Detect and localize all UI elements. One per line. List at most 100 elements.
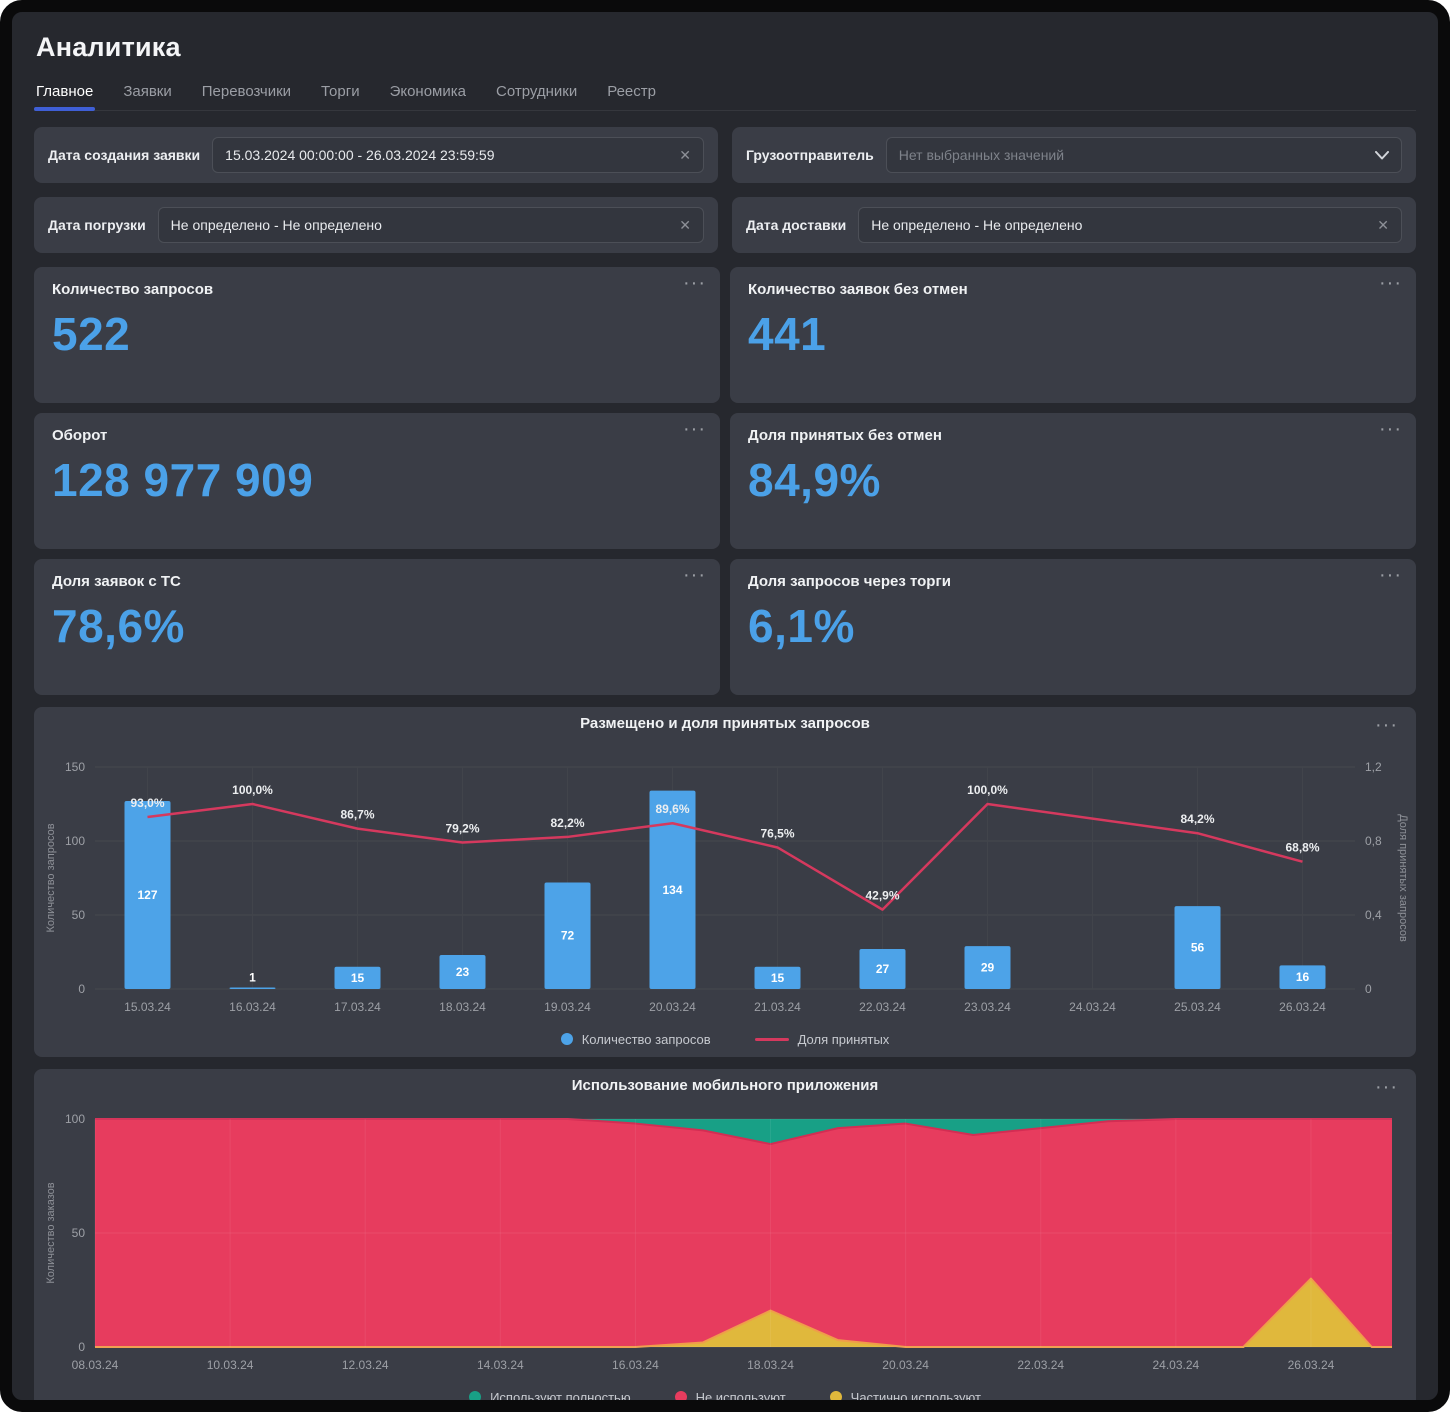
shipper-placeholder: Нет выбранных значений bbox=[899, 147, 1365, 163]
chart-legend: Количество запросов Доля принятых bbox=[38, 1025, 1412, 1053]
svg-text:89,6%: 89,6% bbox=[655, 802, 689, 816]
creation-date-input[interactable]: 15.03.2024 00:00:00 - 26.03.2024 23:59:5… bbox=[212, 137, 704, 173]
more-menu-icon[interactable]: ··· bbox=[1379, 565, 1402, 585]
svg-text:79,2%: 79,2% bbox=[445, 821, 479, 835]
svg-text:14.03.24: 14.03.24 bbox=[477, 1358, 524, 1372]
legend-label: Частично используют bbox=[851, 1390, 981, 1405]
bar-line-chart: 15.03.2416.03.2417.03.2418.03.2419.03.24… bbox=[38, 741, 1412, 1025]
legend-item-requests[interactable]: Количество запросов bbox=[561, 1032, 711, 1047]
kpi-value: 84,9% bbox=[748, 453, 1398, 507]
chevron-down-icon[interactable] bbox=[1375, 151, 1389, 160]
filter-bar: Дата создания заявки 15.03.2024 00:00:00… bbox=[34, 127, 1416, 253]
analytics-dashboard: Аналитика Главное Заявки Перевозчики Тор… bbox=[0, 0, 1450, 1412]
svg-text:26.03.24: 26.03.24 bbox=[1279, 1000, 1326, 1014]
svg-text:0: 0 bbox=[78, 1340, 85, 1354]
kpi-grid: Количество запросов ··· 522 Количество з… bbox=[34, 267, 1416, 695]
legend-line-icon bbox=[755, 1038, 789, 1041]
svg-text:0: 0 bbox=[1365, 982, 1372, 996]
svg-text:27: 27 bbox=[876, 962, 890, 976]
svg-text:84,2%: 84,2% bbox=[1180, 812, 1214, 826]
svg-text:16: 16 bbox=[1296, 970, 1310, 984]
tab-glavnoe[interactable]: Главное bbox=[36, 77, 93, 110]
kpi-value: 6,1% bbox=[748, 599, 1398, 653]
tab-perevozchiki[interactable]: Перевозчики bbox=[202, 77, 291, 110]
more-menu-icon[interactable]: ··· bbox=[1375, 715, 1398, 735]
legend-item-full-use[interactable]: Используют полностью bbox=[469, 1390, 631, 1405]
svg-text:22.03.24: 22.03.24 bbox=[1017, 1358, 1064, 1372]
svg-text:20.03.24: 20.03.24 bbox=[882, 1358, 929, 1372]
tab-reestr[interactable]: Реестр bbox=[607, 77, 656, 110]
svg-text:1: 1 bbox=[249, 971, 256, 985]
filter-shipper: Грузоотправитель Нет выбранных значений bbox=[732, 127, 1416, 183]
delivery-date-input[interactable]: Не определено - Не определено ✕ bbox=[858, 207, 1402, 243]
filter-label: Грузоотправитель bbox=[746, 147, 874, 163]
kpi-title: Доля заявок с ТС bbox=[52, 573, 181, 590]
svg-text:12.03.24: 12.03.24 bbox=[342, 1358, 389, 1372]
kpi-card-ts-share: Доля заявок с ТС ··· 78,6% bbox=[34, 559, 720, 695]
tab-sotrudniki[interactable]: Сотрудники bbox=[496, 77, 577, 110]
kpi-card-auction-share: Доля запросов через торги ··· 6,1% bbox=[730, 559, 1416, 695]
svg-text:16.03.24: 16.03.24 bbox=[229, 1000, 276, 1014]
legend-label: Количество запросов bbox=[582, 1032, 711, 1047]
more-menu-icon[interactable]: ··· bbox=[1375, 1077, 1398, 1097]
svg-text:68,8%: 68,8% bbox=[1285, 841, 1319, 855]
legend-label: Доля принятых bbox=[798, 1032, 890, 1047]
svg-text:21.03.24: 21.03.24 bbox=[754, 1000, 801, 1014]
svg-text:86,7%: 86,7% bbox=[340, 808, 374, 822]
loading-date-input[interactable]: Не определено - Не определено ✕ bbox=[158, 207, 704, 243]
svg-text:Количество запросов: Количество запросов bbox=[45, 823, 57, 932]
svg-text:93,0%: 93,0% bbox=[130, 796, 164, 810]
page-title: Аналитика bbox=[36, 32, 1416, 63]
more-menu-icon[interactable]: ··· bbox=[1379, 273, 1402, 293]
tab-zayavki[interactable]: Заявки bbox=[123, 77, 171, 110]
svg-text:1,2: 1,2 bbox=[1365, 760, 1382, 774]
kpi-title: Оборот bbox=[52, 427, 107, 444]
svg-text:15.03.24: 15.03.24 bbox=[124, 1000, 171, 1014]
svg-text:100,0%: 100,0% bbox=[232, 783, 273, 797]
chart-panel-mobile-app: Использование мобильного приложения ··· … bbox=[34, 1069, 1416, 1412]
svg-text:29: 29 bbox=[981, 961, 995, 975]
svg-text:19.03.24: 19.03.24 bbox=[544, 1000, 591, 1014]
svg-text:50: 50 bbox=[72, 908, 86, 922]
svg-text:17.03.24: 17.03.24 bbox=[334, 1000, 381, 1014]
svg-text:15: 15 bbox=[351, 971, 365, 985]
kpi-title: Количество заявок без отмен bbox=[748, 281, 968, 298]
tab-torgi[interactable]: Торги bbox=[321, 77, 360, 110]
shipper-select[interactable]: Нет выбранных значений bbox=[886, 137, 1402, 173]
chart-header: Размещено и доля принятых запросов ··· bbox=[38, 715, 1412, 741]
more-menu-icon[interactable]: ··· bbox=[683, 273, 706, 293]
clear-icon[interactable]: ✕ bbox=[679, 148, 691, 162]
svg-text:25.03.24: 25.03.24 bbox=[1174, 1000, 1221, 1014]
svg-text:50: 50 bbox=[72, 1226, 86, 1240]
svg-text:Количество заказов: Количество заказов bbox=[45, 1182, 57, 1283]
clear-icon[interactable]: ✕ bbox=[1377, 218, 1389, 232]
svg-text:72: 72 bbox=[561, 929, 575, 943]
more-menu-icon[interactable]: ··· bbox=[683, 419, 706, 439]
legend-label: Используют полностью bbox=[490, 1390, 631, 1405]
svg-text:22.03.24: 22.03.24 bbox=[859, 1000, 906, 1014]
kpi-title: Количество запросов bbox=[52, 281, 213, 298]
legend-item-accepted[interactable]: Доля принятых bbox=[755, 1032, 890, 1047]
kpi-value: 522 bbox=[52, 307, 702, 361]
svg-text:10.03.24: 10.03.24 bbox=[207, 1358, 254, 1372]
legend-label: Не используют bbox=[696, 1390, 786, 1405]
svg-text:23: 23 bbox=[456, 965, 470, 979]
filter-delivery-date: Дата доставки Не определено - Не определ… bbox=[732, 197, 1416, 253]
svg-text:08.03.24: 08.03.24 bbox=[72, 1358, 119, 1372]
more-menu-icon[interactable]: ··· bbox=[1379, 419, 1402, 439]
kpi-card-turnover: Оборот ··· 128 977 909 bbox=[34, 413, 720, 549]
filter-loading-date: Дата погрузки Не определено - Не определ… bbox=[34, 197, 718, 253]
svg-text:23.03.24: 23.03.24 bbox=[964, 1000, 1011, 1014]
legend-item-no-use[interactable]: Не используют bbox=[675, 1390, 786, 1405]
svg-text:42,9%: 42,9% bbox=[865, 889, 899, 903]
svg-text:127: 127 bbox=[137, 888, 157, 902]
filter-label: Дата погрузки bbox=[48, 217, 146, 233]
tab-ekonomika[interactable]: Экономика bbox=[390, 77, 466, 110]
clear-icon[interactable]: ✕ bbox=[679, 218, 691, 232]
chart-header: Использование мобильного приложения ··· bbox=[38, 1077, 1412, 1103]
svg-text:150: 150 bbox=[65, 760, 85, 774]
svg-text:15: 15 bbox=[771, 971, 785, 985]
filter-creation-date: Дата создания заявки 15.03.2024 00:00:00… bbox=[34, 127, 718, 183]
more-menu-icon[interactable]: ··· bbox=[683, 565, 706, 585]
legend-item-partial-use[interactable]: Частично используют bbox=[830, 1390, 981, 1405]
